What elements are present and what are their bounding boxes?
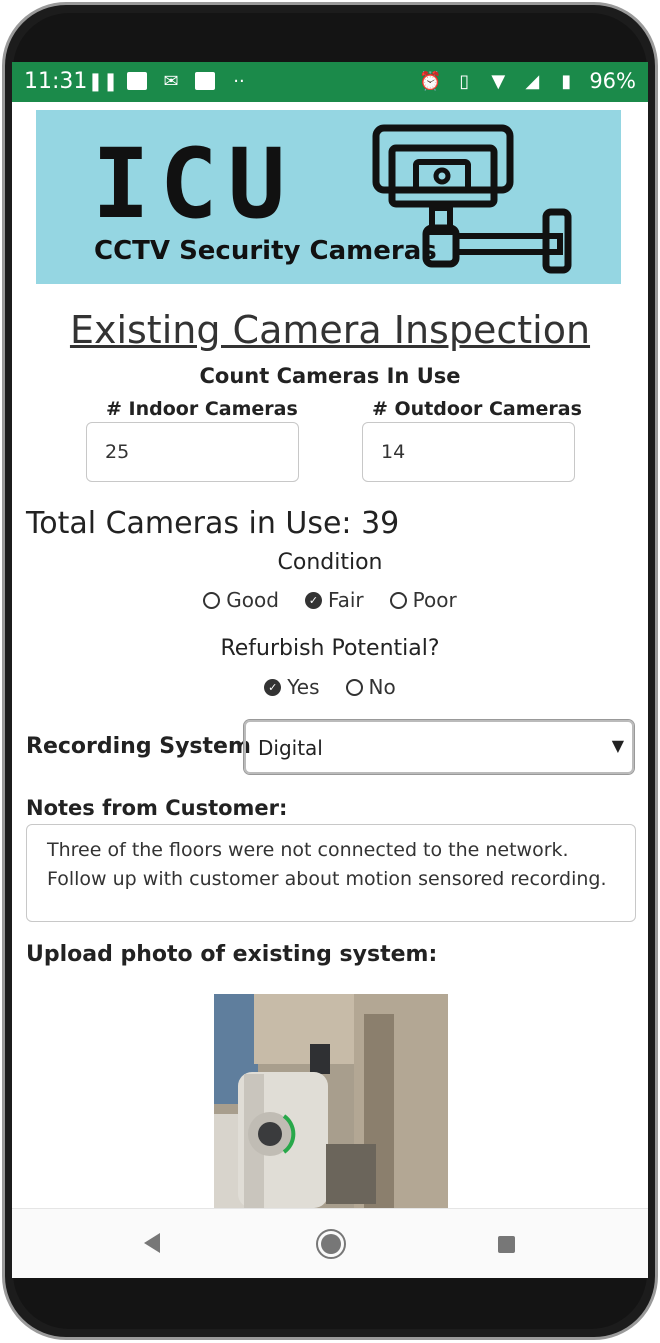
radio-unchecked-icon bbox=[203, 591, 221, 609]
notes-textarea[interactable]: Three of the floors were not connected t… bbox=[26, 824, 636, 922]
notes-line-2: Follow up with customer about motion sen… bbox=[47, 868, 607, 890]
condition-radio-group: Good ✓ Fair Poor bbox=[12, 588, 648, 612]
condition-heading: Condition bbox=[277, 550, 383, 575]
condition-option-label: Fair bbox=[327, 588, 364, 612]
recording-system-value: Digital bbox=[258, 736, 323, 760]
radio-checked-icon: ✓ bbox=[304, 591, 322, 609]
radio-unchecked-icon bbox=[345, 678, 363, 696]
battery-charging-icon: ▮ bbox=[561, 70, 572, 92]
system-icons: ⏰ ▯ ▼ ◢ ▮ 96% bbox=[419, 69, 636, 93]
condition-option-label: Good bbox=[226, 588, 279, 612]
notification-icons: ❚❚ ✉ ·· bbox=[87, 70, 250, 92]
outdoor-cameras-label: # Outdoor Cameras bbox=[372, 398, 582, 420]
condition-option-fair[interactable]: ✓ Fair bbox=[304, 588, 364, 612]
outdoor-cameras-input[interactable]: 14 bbox=[362, 422, 575, 482]
gmail-icon: ✉ bbox=[163, 70, 179, 92]
refurbish-radio-group: ✓ Yes No bbox=[12, 675, 648, 699]
dropdown-arrow-icon: ▼ bbox=[611, 736, 624, 755]
back-icon[interactable] bbox=[142, 1231, 162, 1255]
alarm-icon: ⏰ bbox=[419, 70, 442, 92]
signal-icon: ◢ bbox=[525, 70, 540, 92]
home-icon[interactable] bbox=[316, 1229, 346, 1259]
recents-icon[interactable] bbox=[498, 1236, 515, 1253]
battery-percent: 96% bbox=[589, 69, 636, 93]
condition-option-good[interactable]: Good bbox=[203, 588, 279, 612]
photo-camera-image bbox=[214, 994, 448, 1208]
recording-system-select[interactable]: Digital ▼ bbox=[244, 720, 634, 774]
android-nav-bar bbox=[12, 1208, 648, 1278]
radio-checked-icon: ✓ bbox=[264, 678, 282, 696]
uploaded-photo[interactable] bbox=[214, 994, 448, 1208]
indoor-cameras-input[interactable]: 25 bbox=[86, 422, 299, 482]
status-time: 11:31 bbox=[24, 69, 88, 94]
refurbish-option-label: Yes bbox=[287, 675, 320, 699]
company-banner: ICU CCTV Security Cameras bbox=[36, 110, 621, 284]
screen: 11:31 ❚❚ ✉ ·· ⏰ ▯ ▼ ◢ ▮ 96% ICU CCTV Sec… bbox=[12, 62, 648, 1278]
indoor-cameras-label: # Indoor Cameras bbox=[106, 398, 298, 420]
radio-unchecked-icon bbox=[389, 591, 407, 609]
more-dots-icon: ·· bbox=[233, 70, 245, 92]
cctv-camera-icon bbox=[372, 124, 572, 274]
refurbish-heading: Refurbish Potential? bbox=[220, 636, 440, 661]
pause-icon: ❚❚ bbox=[87, 70, 119, 92]
refurbish-option-label: No bbox=[368, 675, 396, 699]
notes-label: Notes from Customer: bbox=[26, 796, 288, 820]
count-heading: Count Cameras In Use bbox=[199, 364, 461, 388]
logo-text: ICU bbox=[92, 128, 296, 240]
recording-system-label: Recording System bbox=[26, 734, 251, 759]
refurbish-option-yes[interactable]: ✓ Yes bbox=[264, 675, 320, 699]
upload-photo-label: Upload photo of existing system: bbox=[26, 942, 438, 967]
status-bar: 11:31 ❚❚ ✉ ·· ⏰ ▯ ▼ ◢ ▮ 96% bbox=[12, 62, 648, 102]
page-title: Existing Camera Inspection bbox=[69, 308, 591, 352]
condition-option-label: Poor bbox=[412, 588, 457, 612]
total-cameras: Total Cameras in Use: 39 bbox=[26, 506, 400, 541]
vibrate-icon: ▯ bbox=[459, 70, 470, 92]
wifi-icon: ▼ bbox=[491, 70, 506, 92]
condition-option-poor[interactable]: Poor bbox=[389, 588, 457, 612]
form-content[interactable]: ICU CCTV Security Cameras Existing Camer… bbox=[12, 102, 648, 1208]
document-icon bbox=[194, 70, 216, 92]
refurbish-option-no[interactable]: No bbox=[345, 675, 396, 699]
image-icon bbox=[126, 70, 148, 92]
